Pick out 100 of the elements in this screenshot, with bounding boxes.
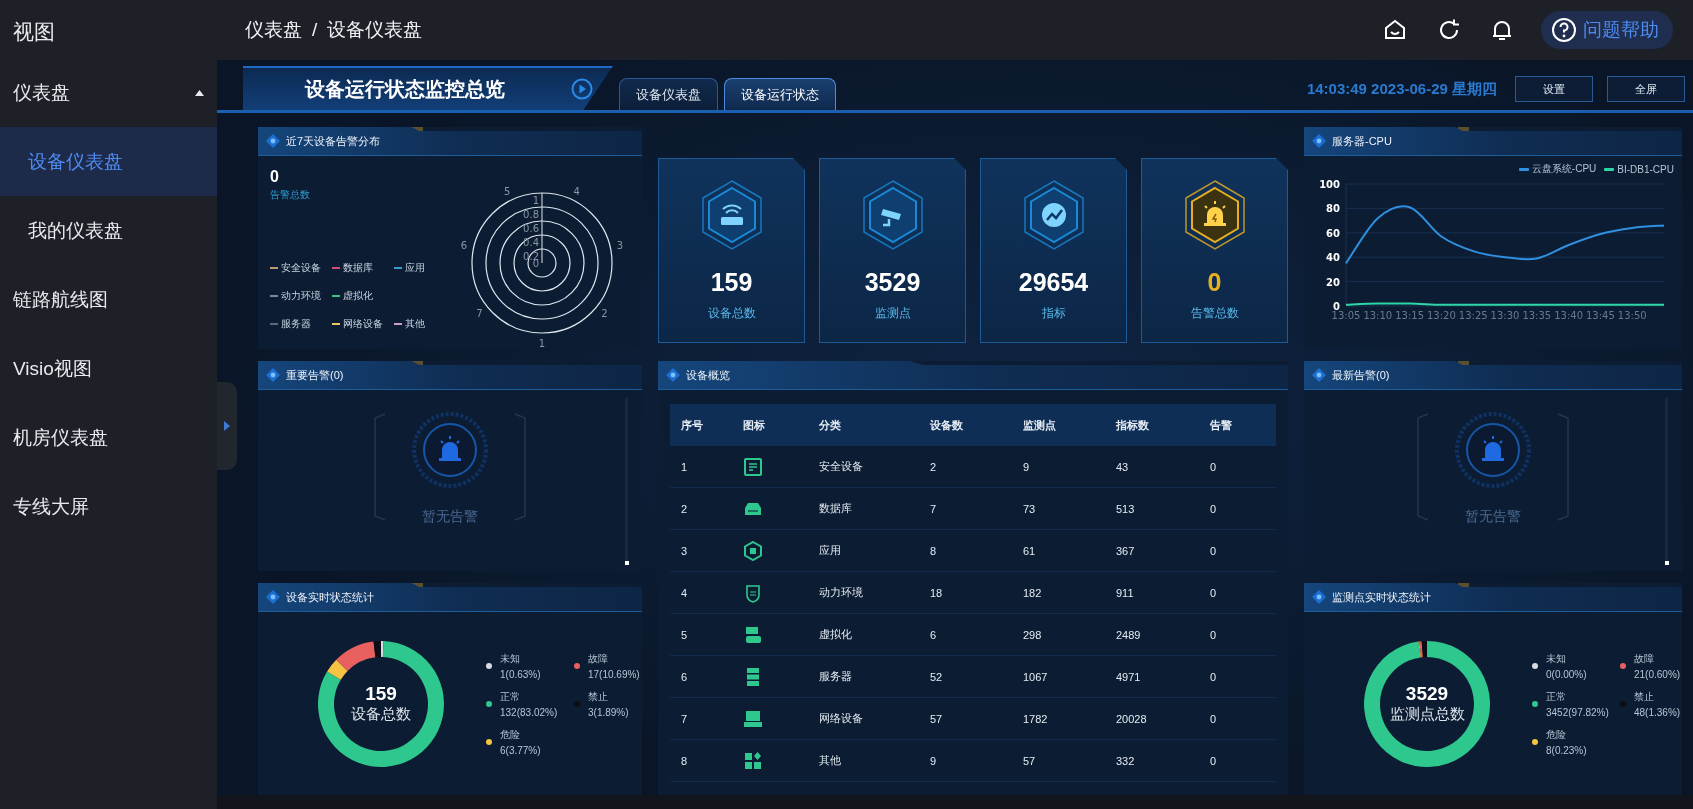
- table-cell-text: 57: [1023, 754, 1037, 767]
- table-cell-text: 服务器: [819, 669, 853, 684]
- x-tick-label: 13:20: [1427, 310, 1456, 321]
- legend-value: 8(0.23%): [1546, 744, 1588, 756]
- scroll-marker: [625, 561, 629, 565]
- x-tick-label: 13:35: [1522, 310, 1552, 321]
- axis-label: 4: [573, 185, 580, 197]
- legend-label: 其他: [405, 317, 425, 331]
- help-button[interactable]: 问题帮助: [1541, 11, 1673, 49]
- axis-label: 0.6: [523, 223, 539, 234]
- breadcrumb-separator: /: [312, 19, 318, 41]
- legend-value: 1(0.63%): [500, 668, 542, 680]
- axis-label: 1: [538, 338, 546, 349]
- table-cell-text: 安全设备: [819, 459, 864, 474]
- legend-value: 48(1.36%): [1634, 706, 1682, 718]
- table-cell-text: 1782: [1023, 712, 1049, 725]
- y-tick-label: 40: [1326, 252, 1340, 264]
- nav-item[interactable]: 机房仪表盘: [0, 403, 217, 472]
- stat-value: 0: [1207, 268, 1222, 297]
- panel-title: 设备实时状态统计: [286, 589, 374, 605]
- help-icon: [1551, 17, 1577, 43]
- axis-label: 7: [476, 307, 483, 319]
- table-cell-text: 0: [1210, 460, 1218, 473]
- table-cell-text: 367: [1116, 544, 1136, 557]
- table-cell-text: 0: [1210, 544, 1218, 557]
- scroll-marker: [1665, 561, 1669, 565]
- alarm-total: 0: [270, 168, 279, 186]
- x-tick-label: 13:30: [1490, 310, 1520, 321]
- table-cell-text: 6: [930, 628, 938, 641]
- nav-item[interactable]: Visio视图: [0, 334, 217, 403]
- home-icon[interactable]: [1383, 18, 1407, 42]
- stat-label: 设备总数: [707, 305, 756, 322]
- legend-value: 21(0.60%): [1634, 668, 1682, 680]
- column-header: 指标数: [1116, 417, 1150, 433]
- table-cell-text: 20028: [1116, 712, 1148, 725]
- x-tick-label: 13:45: [1586, 310, 1615, 321]
- legend-label: 安全设备: [281, 261, 321, 275]
- donut-total-label: 监测点总数: [1389, 705, 1465, 724]
- legend-label: BI-DB1-CPU: [1617, 163, 1674, 175]
- table-cell-text: 2489: [1116, 628, 1142, 641]
- table-cell-text: 0: [1210, 586, 1218, 599]
- refresh-icon[interactable]: [1437, 18, 1461, 42]
- header-button[interactable]: 全屏: [1607, 76, 1685, 102]
- donut-total-label: 设备总数: [351, 705, 411, 724]
- legend-value: 132(83.02%): [500, 706, 559, 718]
- legend-value: 0(0.00%): [1546, 668, 1588, 680]
- x-tick-label: 13:50: [1617, 310, 1647, 321]
- sidebar-title: 视图: [12, 19, 56, 45]
- stat-label: 告警总数: [1190, 305, 1239, 322]
- tab[interactable]: 设备仪表盘: [619, 78, 718, 110]
- diamond-icon: [266, 590, 280, 604]
- play-icon[interactable]: [571, 78, 593, 100]
- column-header: 设备数: [930, 417, 964, 433]
- bell-icon[interactable]: [1491, 18, 1513, 42]
- legend-label: 故障: [588, 651, 609, 666]
- breadcrumb-item[interactable]: 设备仪表盘: [327, 17, 423, 43]
- empty-message: 暂无告警: [422, 508, 478, 526]
- table-cell-text: 网络设备: [819, 711, 864, 726]
- axis-label: 5: [504, 185, 511, 197]
- nav-item[interactable]: 我的仪表盘: [0, 196, 217, 265]
- nav-item[interactable]: 设备仪表盘: [0, 127, 217, 196]
- y-tick-label: 80: [1326, 203, 1340, 215]
- shield-icon: [743, 582, 763, 603]
- legend-label: 虚拟化: [343, 289, 373, 303]
- tab[interactable]: 设备运行状态: [724, 78, 836, 110]
- axis-label: 0.4: [523, 237, 539, 248]
- table-cell-text: 0: [1210, 670, 1218, 683]
- legend-label: 云盘系统-CPU: [1531, 162, 1597, 176]
- axis-label: 1: [532, 195, 539, 206]
- clock-text: 14:03:49 2023-06-29 星期四: [1306, 79, 1497, 99]
- legend-value: 6(3.77%): [500, 744, 542, 756]
- table-cell-text: 应用: [819, 543, 842, 558]
- legend-label: 危险: [1546, 727, 1567, 742]
- caret-right-icon: [224, 421, 230, 431]
- table-cell-text: 其他: [819, 753, 842, 768]
- hexagon-icon: [743, 540, 763, 561]
- nav-item[interactable]: 仪表盘: [0, 58, 217, 127]
- monitor-icon: [743, 708, 763, 729]
- nav-item[interactable]: 链路航线图: [0, 265, 217, 334]
- table-cell-text: 0: [1210, 628, 1218, 641]
- table-cell-text: 73: [1023, 502, 1037, 515]
- header-button[interactable]: 设置: [1515, 76, 1593, 102]
- axis-label: 3: [616, 240, 624, 252]
- table-cell-text: 513: [1116, 502, 1136, 515]
- legend-label: 未知: [1546, 651, 1567, 666]
- grid-icon: [743, 750, 763, 771]
- nav-item[interactable]: 专线大屏: [0, 472, 217, 541]
- table-cell-text: 1: [681, 460, 689, 473]
- table-cell-text: 52: [930, 670, 944, 683]
- table-cell-text: 3: [681, 544, 689, 557]
- column-header: 监测点: [1023, 417, 1057, 433]
- stat-value: 29654: [1018, 268, 1089, 297]
- x-tick-label: 13:25: [1458, 310, 1488, 321]
- panel-title: 设备概览: [686, 367, 730, 383]
- table-cell-text: 182: [1023, 586, 1043, 599]
- legend-value: 17(10.69%): [588, 668, 641, 680]
- stack-icon: [743, 624, 763, 645]
- diamond-icon: [266, 368, 280, 382]
- breadcrumb-item[interactable]: 仪表盘: [245, 17, 302, 43]
- legend-label: 网络设备: [343, 317, 383, 331]
